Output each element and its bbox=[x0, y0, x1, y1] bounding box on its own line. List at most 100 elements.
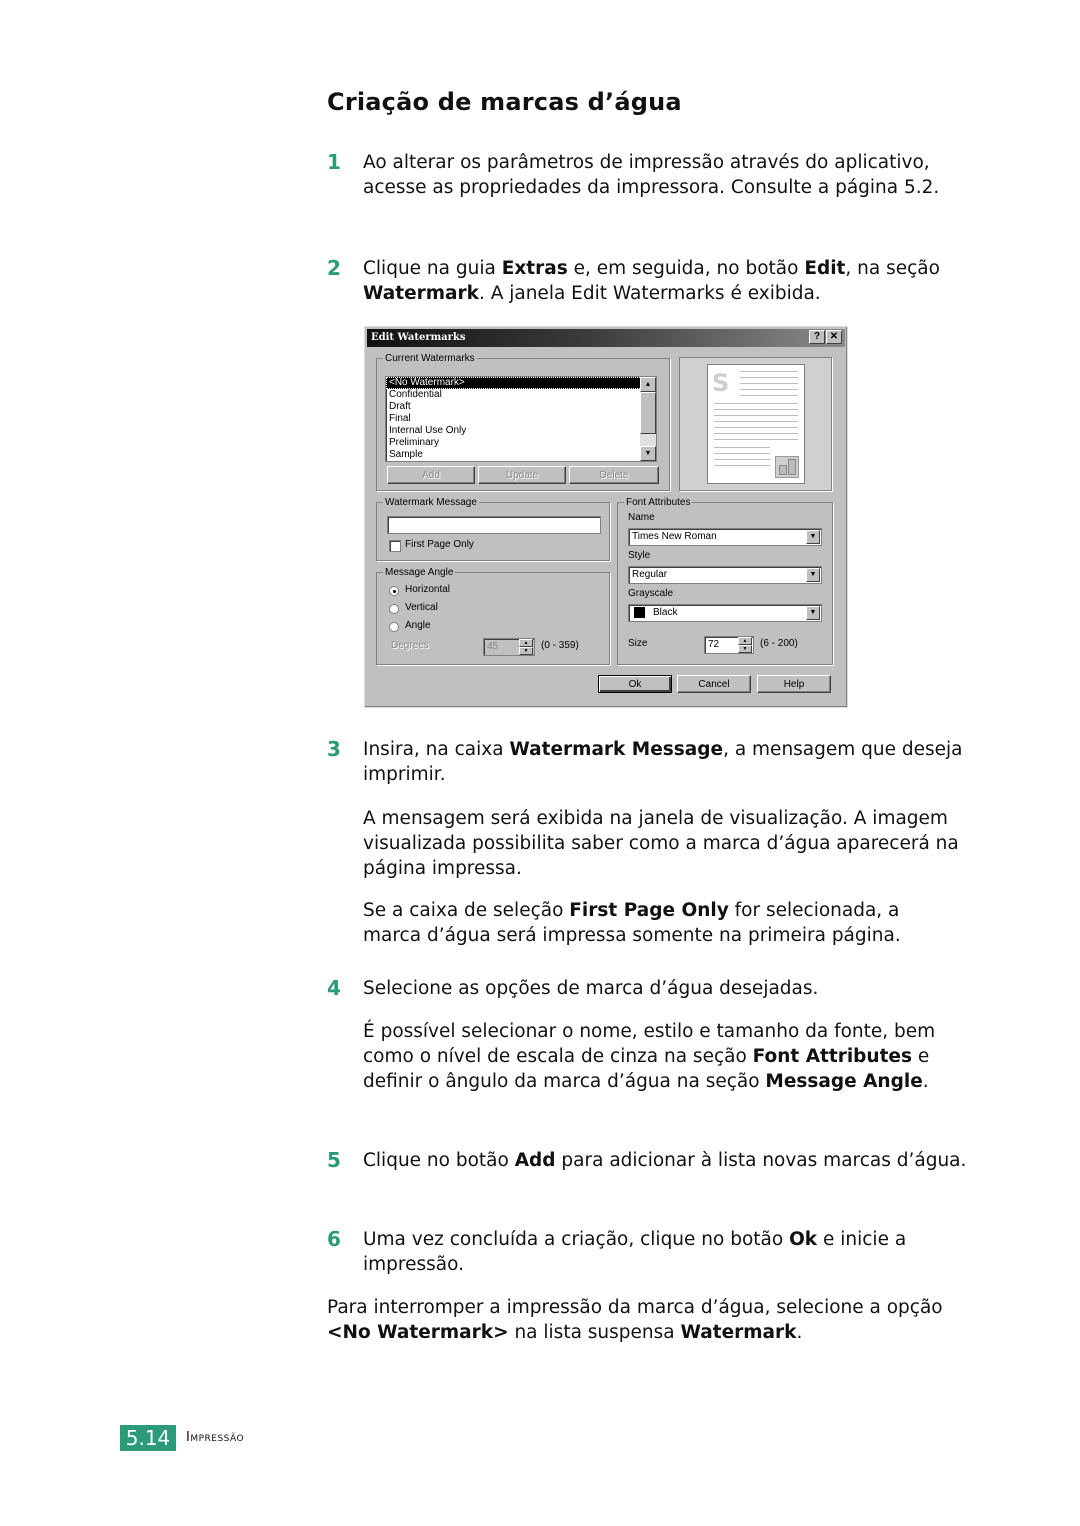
close-icon[interactable]: ✕ bbox=[826, 330, 842, 344]
text-run: Uma vez concluída a criação, clique no b… bbox=[363, 1229, 790, 1250]
current-watermarks-group: Current Watermarks <No Watermark> Confide… bbox=[376, 353, 670, 491]
font-style-label: Style bbox=[628, 550, 651, 561]
text-run: A mensagem será exibida na janela de vis… bbox=[363, 808, 959, 879]
text-run: Ao alterar os parâmetros de impressão at… bbox=[363, 152, 940, 198]
font-style-select[interactable]: Regular ▼ bbox=[628, 566, 822, 584]
text-run: . bbox=[922, 1071, 929, 1092]
font-name-label: Name bbox=[628, 512, 655, 523]
update-button[interactable]: Update bbox=[478, 466, 566, 484]
help-button[interactable]: Help bbox=[757, 675, 831, 693]
chevron-down-icon[interactable]: ▼ bbox=[806, 606, 820, 620]
add-button[interactable]: Add bbox=[387, 466, 475, 484]
help-icon[interactable]: ? bbox=[809, 330, 825, 344]
page-number-badge: 5.14 bbox=[120, 1425, 176, 1451]
step-number: 2 bbox=[327, 256, 341, 280]
size-spinner[interactable]: ▲ ▼ bbox=[738, 637, 752, 653]
bold-text: Message Angle bbox=[765, 1071, 923, 1092]
radio-horizontal[interactable] bbox=[389, 586, 399, 596]
section-label: Impressão bbox=[186, 1430, 245, 1445]
radio-label: Vertical bbox=[405, 602, 438, 613]
step-3-note: A mensagem será exibida na janela de vis… bbox=[363, 806, 963, 881]
scroll-thumb[interactable] bbox=[640, 392, 656, 434]
watermark-list-item[interactable]: Sample bbox=[386, 449, 656, 461]
watermark-list-item[interactable]: Draft bbox=[386, 401, 656, 413]
message-angle-group: Message Angle Horizontal Vertical Angle … bbox=[376, 567, 610, 665]
watermark-list-item[interactable]: Preliminary bbox=[386, 437, 656, 449]
dialog-title: Edit Watermarks bbox=[371, 332, 466, 343]
dialog-titlebar: Edit Watermarks bbox=[367, 329, 845, 347]
first-page-only-checkbox[interactable] bbox=[389, 540, 401, 552]
text-run: Para interromper a impressão da marca d’… bbox=[327, 1297, 943, 1318]
degrees-spinner[interactable]: ▲ ▼ bbox=[519, 639, 533, 655]
first-page-only-label: First Page Only bbox=[405, 539, 474, 550]
step-number: 1 bbox=[327, 150, 341, 174]
bold-text: Watermark bbox=[363, 283, 479, 304]
text-run: . A janela Edit Watermarks é exibida. bbox=[478, 283, 821, 304]
grayscale-value: Black bbox=[653, 607, 678, 618]
radio-label: Horizontal bbox=[405, 584, 451, 595]
bold-text: Edit bbox=[804, 258, 846, 279]
watermark-list-item[interactable]: Confidential bbox=[386, 389, 656, 401]
text-run: Selecione as opções de marca d’água dese… bbox=[363, 978, 819, 999]
watermark-message-input[interactable] bbox=[387, 516, 601, 534]
font-attributes-group: Font Attributes Name Times New Roman ▼ S… bbox=[617, 497, 833, 665]
radio-vertical[interactable] bbox=[389, 604, 399, 614]
color-swatch bbox=[634, 606, 645, 618]
step-text: Uma vez concluída a criação, clique no b… bbox=[363, 1227, 967, 1277]
text-run: e, em seguida, no botão bbox=[567, 258, 805, 279]
radio-angle[interactable] bbox=[389, 622, 399, 632]
step-text: Ao alterar os parâmetros de impressão at… bbox=[363, 150, 967, 200]
watermark-list[interactable]: <No Watermark> Confidential Draft Final Inte… bbox=[385, 376, 657, 462]
watermark-list-item[interactable]: Final bbox=[386, 413, 656, 425]
bold-text: Watermark Message bbox=[509, 739, 724, 760]
step-5: 5 Clique no botão Add para adicionar à l… bbox=[327, 1148, 967, 1173]
text-run: Insira, na caixa bbox=[363, 739, 510, 760]
grayscale-select[interactable]: Black ▼ bbox=[628, 604, 822, 622]
watermark-preview: S bbox=[679, 357, 832, 491]
bold-text: Extras bbox=[501, 258, 568, 279]
step-text: Insira, na caixa Watermark Message, a me… bbox=[363, 737, 967, 787]
radio-label: Angle bbox=[405, 620, 431, 631]
grayscale-label: Grayscale bbox=[628, 588, 674, 599]
bold-text: Add bbox=[514, 1150, 556, 1171]
text-run: Se a caixa de seleção bbox=[363, 900, 570, 921]
bold-text: Font Attributes bbox=[752, 1046, 912, 1067]
step-number: 5 bbox=[327, 1148, 341, 1172]
group-legend: Message Angle bbox=[385, 567, 454, 578]
step-text: Clique na guia Extras e, em seguida, no … bbox=[363, 256, 967, 306]
list-scrollbar[interactable]: ▲ ▼ bbox=[640, 377, 656, 461]
group-legend: Font Attributes bbox=[626, 497, 691, 508]
font-style-value: Regular bbox=[632, 569, 668, 580]
step-4-note: É possível selecionar o nome, estilo e t… bbox=[363, 1019, 963, 1094]
degrees-label: Degrees bbox=[391, 640, 429, 651]
text-run: Clique na guia bbox=[363, 258, 502, 279]
step-number: 4 bbox=[327, 976, 341, 1000]
scroll-down-icon[interactable]: ▼ bbox=[640, 446, 656, 461]
watermark-message-group: Watermark Message First Page Only bbox=[376, 497, 610, 561]
edit-watermarks-dialog: Edit Watermarks ? ✕ Current Watermarks <… bbox=[364, 326, 848, 708]
size-range: (6 - 200) bbox=[760, 638, 798, 649]
step-number: 6 bbox=[327, 1227, 341, 1251]
page-title: Criação de marcas d’água bbox=[327, 88, 682, 116]
step-text: Selecione as opções de marca d’água dese… bbox=[363, 976, 967, 1001]
size-label: Size bbox=[628, 638, 648, 649]
chevron-down-icon[interactable]: ▼ bbox=[806, 568, 820, 582]
scroll-up-icon[interactable]: ▲ bbox=[640, 377, 656, 392]
watermark-list-item[interactable]: Internal Use Only bbox=[386, 425, 656, 437]
step-2: 2 Clique na guia Extras e, em seguida, n… bbox=[327, 256, 967, 306]
watermark-list-item[interactable]: <No Watermark> bbox=[386, 377, 656, 389]
preview-chart-icon bbox=[775, 456, 799, 478]
chevron-down-icon[interactable]: ▼ bbox=[806, 530, 820, 544]
step-1: 1 Ao alterar os parâmetros de impressão … bbox=[327, 150, 967, 200]
cancel-button[interactable]: Cancel bbox=[677, 675, 751, 693]
step-6: 6 Uma vez concluída a criação, clique no… bbox=[327, 1227, 967, 1277]
text-run: , na seção bbox=[845, 258, 940, 279]
delete-button[interactable]: Delete bbox=[569, 466, 659, 484]
bold-text: Watermark bbox=[680, 1322, 797, 1343]
step-3: 3 Insira, na caixa Watermark Message, a … bbox=[327, 737, 967, 787]
ok-button[interactable]: Ok bbox=[598, 675, 672, 693]
degrees-range: (0 - 359) bbox=[541, 640, 579, 651]
bold-text: <No Watermark> bbox=[327, 1322, 509, 1343]
bold-text: First Page Only bbox=[569, 900, 729, 921]
font-name-select[interactable]: Times New Roman ▼ bbox=[628, 528, 822, 546]
